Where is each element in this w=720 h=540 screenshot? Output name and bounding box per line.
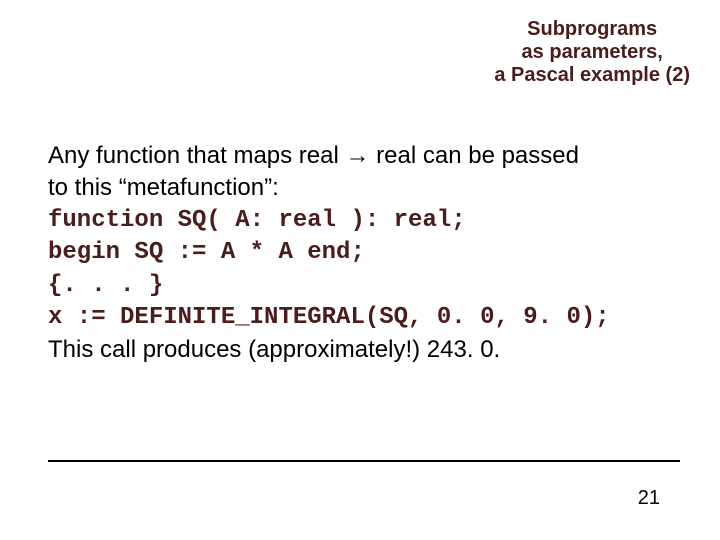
- intro-post: real can be passed: [370, 142, 579, 169]
- title-line-3: a Pascal example (2): [494, 64, 690, 87]
- title-line-2: as parameters,: [494, 41, 690, 64]
- outro-line: This call produces (approximately!) 243.…: [48, 334, 680, 366]
- intro-line-1: Any function that maps real → real can b…: [48, 140, 680, 172]
- slide: Subprograms as parameters, a Pascal exam…: [0, 0, 720, 540]
- slide-body: Any function that maps real → real can b…: [48, 140, 680, 367]
- intro-line-2: to this “metafunction”:: [48, 172, 680, 204]
- intro-pre: Any function that maps real: [48, 142, 346, 169]
- title-line-1: Subprograms: [494, 18, 690, 41]
- slide-title: Subprograms as parameters, a Pascal exam…: [494, 18, 690, 87]
- divider: [48, 460, 680, 462]
- code-line-3: {. . . }: [48, 270, 680, 302]
- page-number: 21: [638, 487, 660, 510]
- code-line-1: function SQ( A: real ): real;: [48, 205, 680, 237]
- code-line-2: begin SQ := A * A end;: [48, 237, 680, 269]
- arrow-icon: →: [346, 142, 370, 169]
- code-line-4: x := DEFINITE_INTEGRAL(SQ, 0. 0, 9. 0);: [48, 302, 680, 334]
